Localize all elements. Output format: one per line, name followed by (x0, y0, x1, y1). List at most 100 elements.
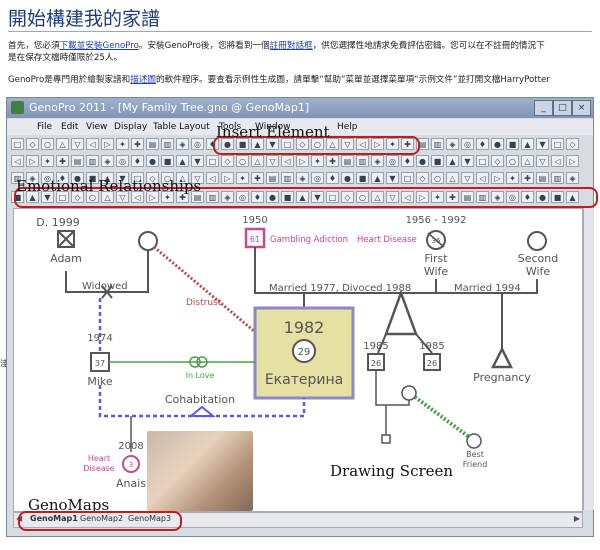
toolbar-button[interactable]: ✦ (116, 137, 129, 150)
toolbar-button[interactable]: ▷ (221, 171, 234, 184)
toolbar-button[interactable]: ▲ (371, 171, 384, 184)
toolbar-button[interactable]: ◈ (446, 137, 459, 150)
toolbar-button[interactable]: ✚ (521, 171, 534, 184)
toolbar-button[interactable]: ● (491, 137, 504, 150)
toolbar-button[interactable]: ◈ (296, 171, 309, 184)
toolbar-button[interactable]: □ (551, 137, 564, 150)
best-friend-symbol[interactable] (466, 433, 482, 449)
toolbar-button[interactable]: ● (146, 154, 159, 167)
toolbar-button[interactable]: □ (401, 171, 414, 184)
toolbar-button[interactable]: ▼ (386, 171, 399, 184)
toolbar-button[interactable]: ▥ (161, 137, 174, 150)
toolbar-button[interactable]: ○ (431, 171, 444, 184)
toolbar-button[interactable]: ◇ (416, 171, 429, 184)
toolbar-button[interactable]: ▲ (521, 137, 534, 150)
toolbar-button[interactable]: ▤ (146, 137, 159, 150)
toolbar-button[interactable]: ▽ (266, 154, 279, 167)
toolbar-button[interactable]: ◎ (461, 137, 474, 150)
toolbar-button[interactable]: ♦ (326, 171, 339, 184)
toolbar-button[interactable]: ◇ (221, 154, 234, 167)
drawing-canvas[interactable]: D. 1999 Adam Widowed Distrust 1950 61 Ga… (13, 208, 583, 512)
toolbar-button[interactable]: ✦ (41, 154, 54, 167)
second-wife-symbol[interactable] (527, 231, 547, 251)
toolbar-button[interactable]: ✚ (56, 154, 69, 167)
maximize-button[interactable]: □ (553, 100, 572, 116)
toolbar-button[interactable]: △ (56, 137, 69, 150)
toolbar-button[interactable]: ▽ (536, 154, 549, 167)
toolbar-button[interactable]: ■ (431, 154, 444, 167)
toolbar-button[interactable]: ✚ (131, 137, 144, 150)
toolbar-button[interactable]: ▲ (176, 154, 189, 167)
toolbar-button[interactable]: ▼ (461, 154, 474, 167)
toolbar-button[interactable]: ▷ (26, 154, 39, 167)
toolbar-button[interactable]: ◁ (86, 137, 99, 150)
toolbar-button[interactable]: ○ (506, 154, 519, 167)
toolbar-button[interactable]: ○ (41, 137, 54, 150)
toolbar-button[interactable]: ▥ (431, 137, 444, 150)
toolbar-button[interactable]: ● (341, 171, 354, 184)
vertical-scrollbar[interactable] (583, 208, 594, 510)
toolbar-button[interactable]: ■ (161, 154, 174, 167)
toolbar-button[interactable]: ▤ (536, 171, 549, 184)
toolbar-button[interactable]: △ (251, 154, 264, 167)
toolbar-button[interactable]: ▷ (566, 154, 579, 167)
toolbar-button[interactable]: ✦ (311, 154, 324, 167)
toolbar-button[interactable]: ◎ (191, 137, 204, 150)
menu-file[interactable]: File (37, 122, 52, 132)
toolbar-button[interactable]: ▲ (446, 154, 459, 167)
menu-edit[interactable]: Edit (61, 122, 78, 132)
toolbar-button[interactable]: ■ (506, 137, 519, 150)
close-button[interactable]: × (572, 100, 591, 116)
toolbar-button[interactable]: □ (476, 154, 489, 167)
toolbar-button[interactable]: △ (446, 171, 459, 184)
register-dialog-link[interactable]: 註冊對話框 (270, 41, 313, 51)
toolbar-button[interactable]: ◇ (26, 137, 39, 150)
toolbar-button[interactable]: ▷ (101, 137, 114, 150)
menu-table-layout[interactable]: Table Layout (153, 122, 210, 132)
toolbar-button[interactable]: ▥ (356, 154, 369, 167)
toolbar-button[interactable]: ○ (236, 154, 249, 167)
toolbar-button[interactable]: ◇ (491, 154, 504, 167)
toolbar-button[interactable]: ✦ (236, 171, 249, 184)
toolbar-button[interactable]: ◎ (386, 154, 399, 167)
genogram-link[interactable]: 描述圖 (130, 75, 156, 85)
toolbar-button[interactable]: ▥ (86, 154, 99, 167)
toolbar-button[interactable]: ▤ (71, 154, 84, 167)
toolbar-button[interactable]: ◈ (176, 137, 189, 150)
toolbar-button[interactable]: ◇ (566, 137, 579, 150)
minimize-button[interactable]: _ (534, 100, 553, 116)
twin1-child-symbol[interactable] (381, 434, 391, 444)
twin1-partner-symbol[interactable] (401, 385, 417, 401)
toolbar-button[interactable]: ▼ (191, 154, 204, 167)
toolbar-button[interactable]: ▽ (461, 171, 474, 184)
toolbar-button[interactable]: ▥ (551, 171, 564, 184)
toolbar-button[interactable]: ▷ (296, 154, 309, 167)
toolbar-button[interactable]: ♦ (401, 154, 414, 167)
toolbar-button[interactable]: □ (206, 154, 219, 167)
toolbar-button[interactable]: ◈ (566, 171, 579, 184)
menu-display[interactable]: Display (114, 122, 147, 132)
toolbar-button[interactable]: ✚ (251, 171, 264, 184)
toolbar-button[interactable]: ▷ (491, 171, 504, 184)
toolbar-button[interactable]: ◁ (551, 154, 564, 167)
toolbar-button[interactable]: ◈ (371, 154, 384, 167)
toolbar-button[interactable]: ◁ (476, 171, 489, 184)
tab-scroll-right-icon[interactable]: ▶ (574, 514, 580, 523)
menu-help[interactable]: Help (337, 122, 358, 132)
toolbar-button[interactable]: ♦ (476, 137, 489, 150)
toolbar-button[interactable]: ▼ (536, 137, 549, 150)
toolbar-button[interactable]: ✚ (326, 154, 339, 167)
toolbar-button[interactable]: ◎ (116, 154, 129, 167)
toolbar-button[interactable]: ◎ (311, 171, 324, 184)
toolbar-button[interactable]: ● (416, 154, 429, 167)
toolbar-button[interactable]: ✦ (506, 171, 519, 184)
download-link[interactable]: 下載並安裝GenoPro (60, 41, 139, 51)
toolbar-button[interactable]: ◁ (11, 154, 24, 167)
toolbar-button[interactable]: ■ (356, 171, 369, 184)
toolbar-button[interactable]: ◁ (206, 171, 219, 184)
menu-view[interactable]: View (86, 122, 107, 132)
toolbar-button[interactable]: ▥ (281, 171, 294, 184)
toolbar-button[interactable]: ▤ (266, 171, 279, 184)
toolbar-button[interactable]: ◁ (281, 154, 294, 167)
toolbar-button[interactable]: △ (521, 154, 534, 167)
